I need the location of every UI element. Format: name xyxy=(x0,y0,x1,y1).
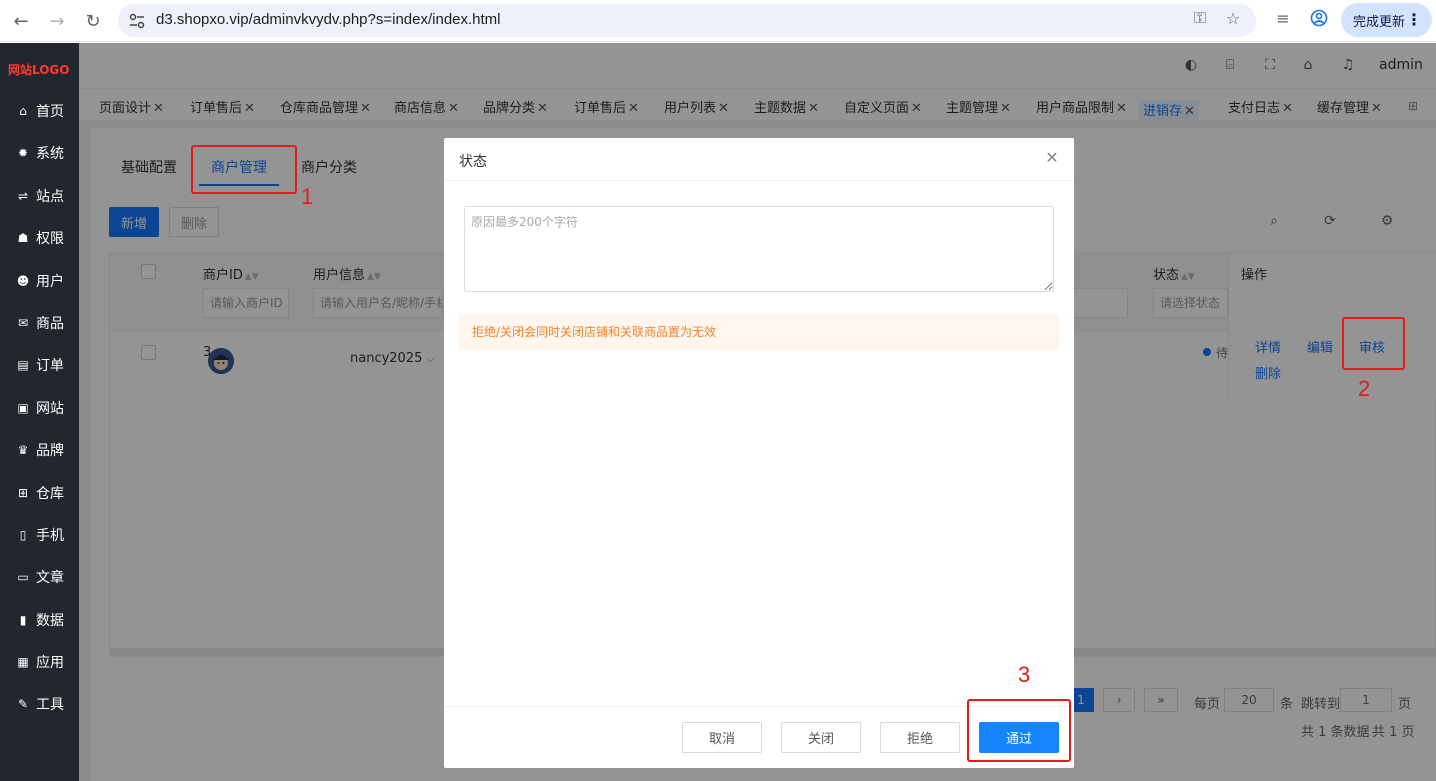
sidebar-item-apps[interactable]: ▦ 应用 xyxy=(0,647,79,677)
sidebar-item-goods[interactable]: ✉ 商品 xyxy=(0,308,79,338)
sidebar-item-permission[interactable]: ☗ 权限 xyxy=(0,223,79,253)
order-icon: ▤ xyxy=(17,358,29,372)
article-icon: ▭ xyxy=(17,570,29,584)
reject-button[interactable]: 拒绝 xyxy=(880,722,960,753)
close-button[interactable]: 关闭 xyxy=(781,722,861,753)
apps-icon: ▦ xyxy=(17,655,29,669)
bookmark-star-icon[interactable]: ☆ xyxy=(1223,8,1243,28)
back-icon[interactable]: ← xyxy=(8,8,34,34)
sidebar-item-warehouse[interactable]: ⊞ 仓库 xyxy=(0,478,79,508)
warehouse-icon: ⊞ xyxy=(17,486,29,500)
close-icon[interactable]: ✕ xyxy=(1044,150,1060,166)
sidebar-item-label: 工具 xyxy=(36,697,64,713)
annotation-box-3 xyxy=(967,699,1071,762)
wrench-icon: ✎ xyxy=(17,697,29,711)
annotation-box-2 xyxy=(1342,317,1405,370)
cancel-button[interactable]: 取消 xyxy=(682,722,762,753)
browser-toolbar: ← → ↻ d3.shopxo.vip/adminvkvydv.php?s=in… xyxy=(0,0,1436,42)
sidebar-item-data[interactable]: ▮ 数据 xyxy=(0,605,79,635)
more-menu-icon[interactable]: ⋮ xyxy=(1406,10,1422,29)
sidebar-item-label: 品牌 xyxy=(36,443,64,459)
user-icon: ☻ xyxy=(16,274,30,288)
divider xyxy=(444,180,1074,181)
sidebar-item-users[interactable]: ☻ 用户 xyxy=(0,266,79,296)
annotation-number-2: 2 xyxy=(1358,376,1371,401)
sidebar-item-label: 网站 xyxy=(36,401,64,417)
sidebar-item-site[interactable]: ⇌ 站点 xyxy=(0,181,79,211)
reading-list-icon[interactable]: ≡ xyxy=(1273,8,1293,28)
sidebar-item-article[interactable]: ▭ 文章 xyxy=(0,562,79,592)
site-logo[interactable]: 网站LOGO xyxy=(8,61,69,78)
status-dialog: 状态 ✕ 拒绝/关闭会同时关闭店铺和关联商品置为无效 取消 关闭 拒绝 通过 xyxy=(444,138,1074,768)
sidebar-item-label: 用户 xyxy=(36,274,64,290)
profile-icon[interactable] xyxy=(1309,8,1329,28)
sidebar-item-brand[interactable]: ♛ 品牌 xyxy=(0,435,79,465)
sidebar-item-label: 文章 xyxy=(36,570,64,586)
chat-icon: ▣ xyxy=(17,401,29,415)
reason-textarea[interactable] xyxy=(464,206,1054,292)
sidebar-item-label: 数据 xyxy=(36,613,64,629)
warning-notice: 拒绝/关闭会同时关闭店铺和关联商品置为无效 xyxy=(459,314,1059,350)
update-label: 完成更新 xyxy=(1353,14,1406,30)
sidebar-item-system[interactable]: ✹ 系统 xyxy=(0,138,79,168)
sidebar-item-label: 商品 xyxy=(36,316,64,332)
sidebar-item-label: 权限 xyxy=(36,231,64,247)
sidebar-item-label: 订单 xyxy=(36,358,64,374)
password-key-icon[interactable]: ⚿ xyxy=(1190,8,1210,28)
sidebar: 网站LOGO ⌂ 首页 ✹ 系统 ⇌ 站点 ☗ 权限 ☻ 用户 ✉ 商品 ▤ 订单 ▣ 网站 ♛… xyxy=(0,43,79,781)
sidebar-item-label: 首页 xyxy=(36,104,64,120)
update-button[interactable]: 完成更新 ⋮ xyxy=(1341,3,1432,37)
mobile-icon: ▯ xyxy=(19,528,27,542)
forward-icon[interactable]: → xyxy=(44,8,70,34)
annotation-number-1: 1 xyxy=(301,184,314,209)
sidebar-item-mobile[interactable]: ▯ 手机 xyxy=(0,520,79,550)
dialog-title: 状态 xyxy=(459,154,487,170)
annotation-box-1 xyxy=(191,145,297,194)
annotation-number-3: 3 xyxy=(1018,662,1031,687)
sidebar-item-tools[interactable]: ✎ 工具 xyxy=(0,689,79,719)
sliders-icon: ⇌ xyxy=(17,189,29,203)
brand-icon: ♛ xyxy=(17,443,29,457)
sidebar-item-website[interactable]: ▣ 网站 xyxy=(0,393,79,423)
sidebar-item-home[interactable]: ⌂ 首页 xyxy=(0,96,79,126)
user-lock-icon: ☗ xyxy=(17,231,29,245)
sidebar-item-label: 仓库 xyxy=(36,486,64,502)
address-bar[interactable]: d3.shopxo.vip/adminvkvydv.php?s=index/in… xyxy=(118,4,1256,37)
gear-icon: ✹ xyxy=(17,146,29,160)
chart-icon: ▮ xyxy=(19,613,27,627)
mail-icon: ✉ xyxy=(17,316,29,330)
reload-icon[interactable]: ↻ xyxy=(80,8,106,34)
sidebar-item-label: 应用 xyxy=(36,655,64,671)
sidebar-item-orders[interactable]: ▤ 订单 xyxy=(0,350,79,380)
sidebar-item-label: 站点 xyxy=(36,189,64,205)
sidebar-item-label: 系统 xyxy=(36,146,64,162)
url-text[interactable]: d3.shopxo.vip/adminvkvydv.php?s=index/in… xyxy=(156,11,501,28)
site-settings-icon[interactable] xyxy=(128,12,146,30)
home-icon: ⌂ xyxy=(19,104,27,118)
sidebar-item-label: 手机 xyxy=(36,528,64,544)
